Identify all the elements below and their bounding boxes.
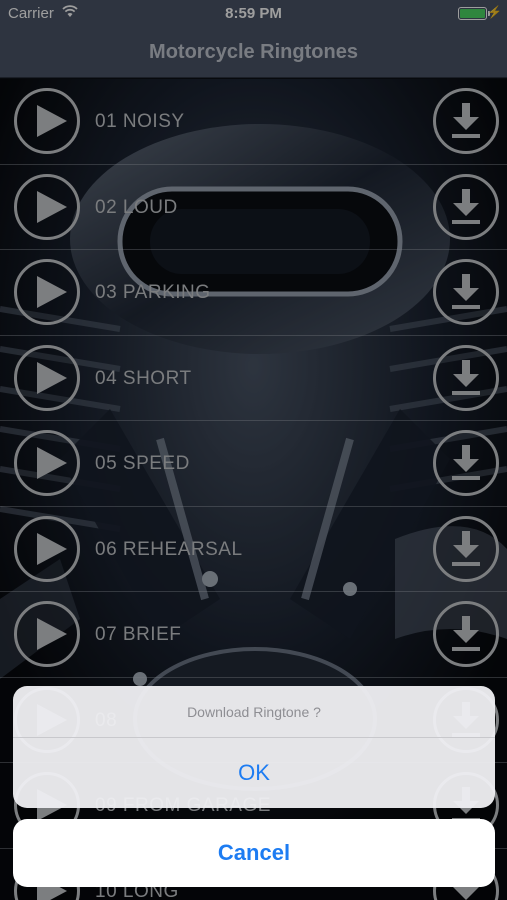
download-action-sheet: Download Ringtone ? OK [13,686,495,808]
cancel-button[interactable]: Cancel [13,819,495,887]
action-sheet-message: Download Ringtone ? [13,686,495,738]
ok-button[interactable]: OK [13,738,495,808]
